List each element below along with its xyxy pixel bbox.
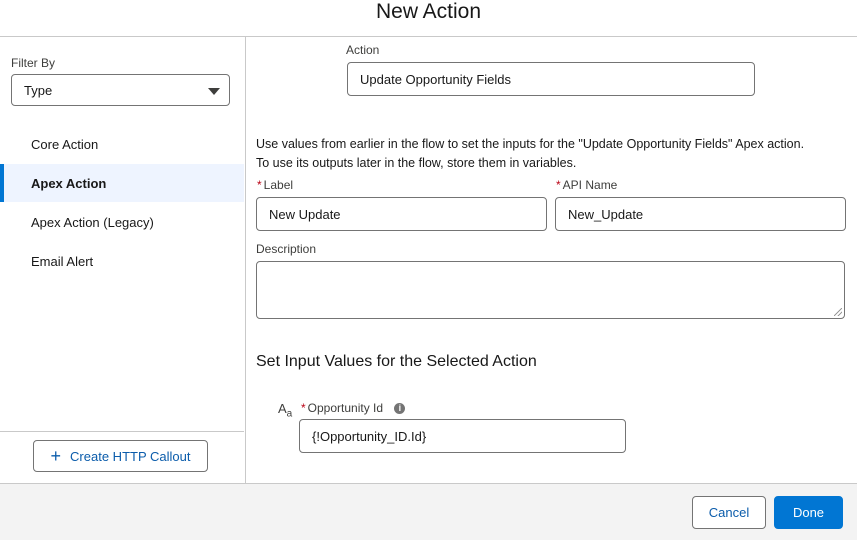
- required-marker: *: [301, 401, 306, 415]
- action-value: Update Opportunity Fields: [360, 71, 512, 87]
- sidebar-item-label: Apex Action (Legacy): [31, 214, 154, 230]
- action-config-panel: Action Update Opportunity Fields Use val…: [246, 37, 857, 483]
- sidebar-item-label: Apex Action: [31, 175, 107, 191]
- sidebar-item-label: Core Action: [31, 136, 99, 152]
- action-search-input[interactable]: Update Opportunity Fields: [347, 62, 755, 96]
- label-input[interactable]: New Update: [256, 197, 547, 231]
- done-button[interactable]: Done: [774, 496, 843, 529]
- help-text: Use values from earlier in the flow to s…: [256, 135, 856, 173]
- label-field-label: * Label: [257, 178, 294, 192]
- opportunity-id-field-label: * Opportunity Id i: [301, 401, 406, 415]
- info-icon[interactable]: i: [394, 403, 406, 415]
- sidebar-item-apex-action[interactable]: Apex Action: [0, 164, 244, 202]
- description-textarea[interactable]: [256, 261, 845, 319]
- api-name-input-value: New_Update: [568, 206, 644, 222]
- sidebar-item-apex-action-legacy[interactable]: Apex Action (Legacy): [0, 203, 244, 241]
- required-marker: *: [556, 178, 561, 192]
- help-text-line-1: Use values from earlier in the flow to s…: [256, 137, 805, 151]
- cancel-button[interactable]: Cancel: [692, 496, 766, 529]
- chevron-down-icon: [208, 88, 220, 95]
- action-field-label: Action: [346, 43, 380, 57]
- label-input-value: New Update: [269, 206, 341, 222]
- text-type-icon: Aa: [278, 401, 293, 420]
- plus-icon: +: [50, 446, 62, 466]
- opportunity-id-input[interactable]: {!Opportunity_ID.Id}: [299, 419, 626, 453]
- modal-footer: Cancel Done: [0, 483, 857, 540]
- create-http-callout-button[interactable]: + Create HTTP Callout: [33, 440, 208, 472]
- filter-by-label: Filter By: [11, 56, 56, 70]
- sidebar-item-core-action[interactable]: Core Action: [0, 125, 244, 163]
- required-marker: *: [257, 178, 262, 192]
- sidebar-item-email-alert[interactable]: Email Alert: [0, 242, 244, 280]
- sidebar-footer: + Create HTTP Callout: [0, 431, 244, 484]
- modal-header: New Action: [0, 0, 857, 37]
- filter-type-select[interactable]: Type: [11, 74, 230, 106]
- help-text-line-2: To use its outputs later in the flow, st…: [256, 156, 577, 170]
- section-title: Set Input Values for the Selected Action: [256, 353, 537, 370]
- api-name-input[interactable]: New_Update: [555, 197, 846, 231]
- sidebar: Filter By Type Core Action Apex Action A…: [0, 37, 246, 483]
- filter-select-value: Type: [24, 82, 53, 98]
- modal-title: New Action: [375, 0, 482, 23]
- api-name-field-label: * API Name: [556, 178, 618, 192]
- resize-handle-icon[interactable]: [834, 308, 842, 316]
- create-http-callout-label: Create HTTP Callout: [70, 448, 191, 464]
- opportunity-id-value: {!Opportunity_ID.Id}: [312, 428, 427, 444]
- sidebar-item-label: Email Alert: [31, 253, 94, 269]
- description-field-label: Description: [256, 242, 317, 256]
